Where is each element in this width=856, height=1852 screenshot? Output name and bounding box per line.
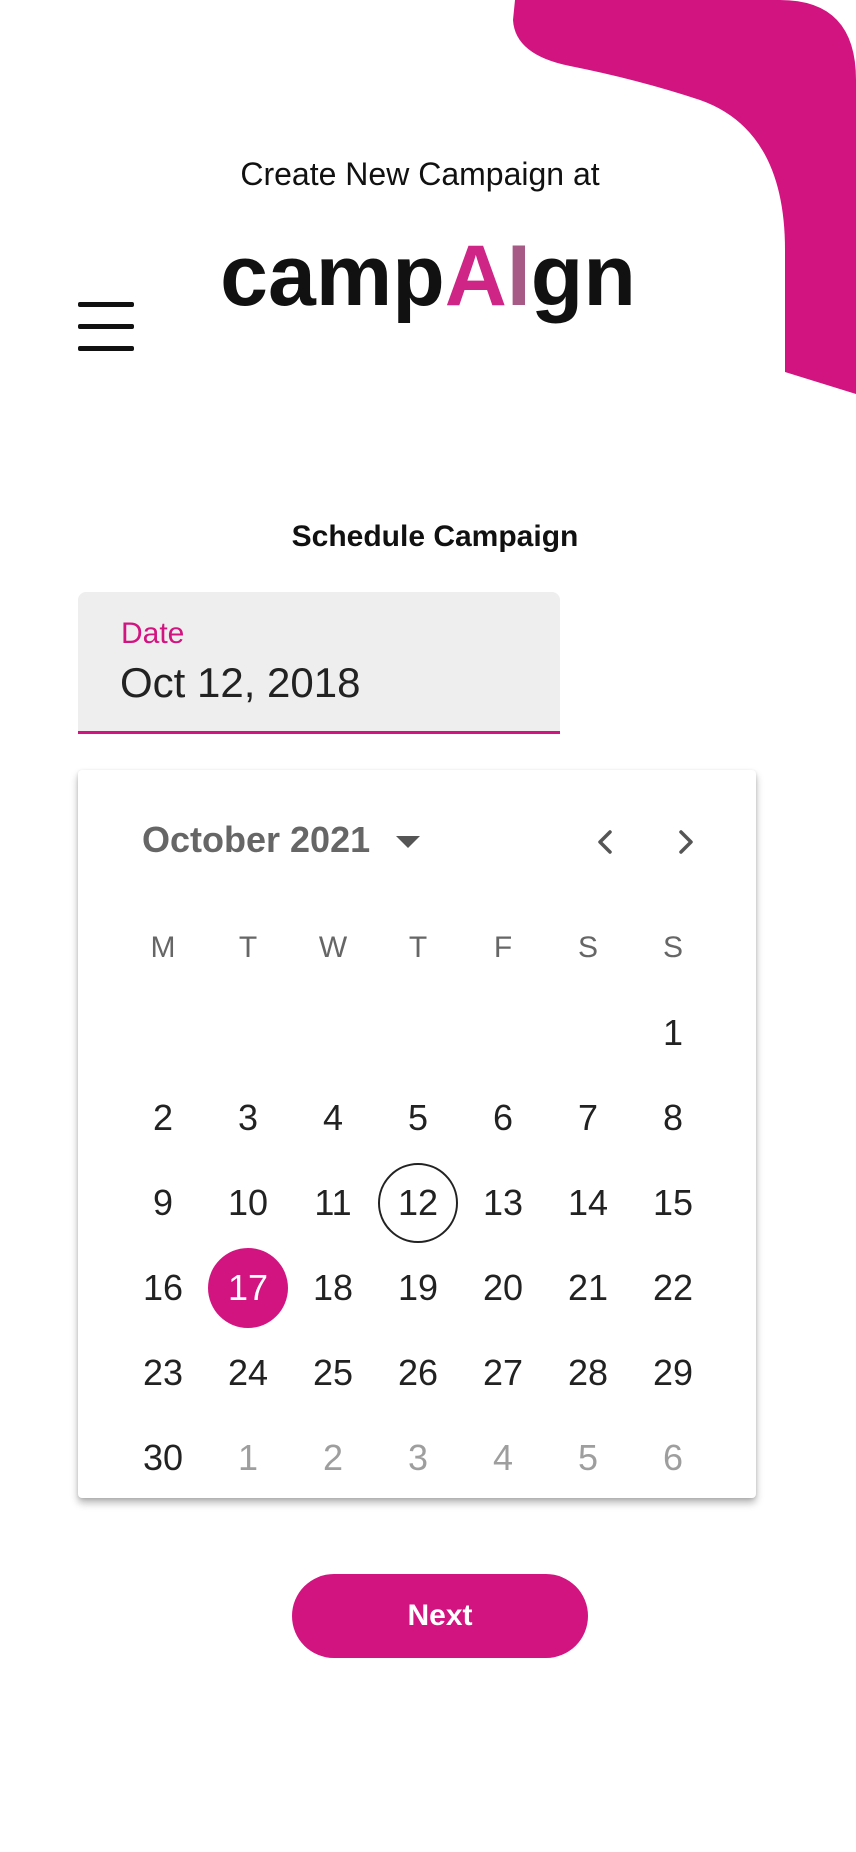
calendar-day[interactable]: 7 xyxy=(548,1078,628,1158)
calendar-day[interactable]: 3 xyxy=(208,1078,288,1158)
calendar-day-outside-month[interactable]: 1 xyxy=(208,1418,288,1498)
weekday-label: S xyxy=(662,931,683,964)
calendar-day[interactable]: 26 xyxy=(378,1333,458,1413)
menu-line xyxy=(78,346,134,351)
calendar-day-outside-month[interactable]: 6 xyxy=(633,1418,713,1498)
calendar-day[interactable]: 21 xyxy=(548,1248,628,1328)
calendar-day[interactable]: 23 xyxy=(123,1333,203,1413)
calendar-day[interactable]: 18 xyxy=(293,1248,373,1328)
calendar-day[interactable]: 24 xyxy=(208,1333,288,1413)
weekday-label: S xyxy=(577,931,598,964)
logo-highlight-i: I xyxy=(506,228,531,324)
calendar-day[interactable]: 25 xyxy=(293,1333,373,1413)
calendar-day-outside-month[interactable]: 5 xyxy=(548,1418,628,1498)
calendar-day[interactable]: 10 xyxy=(208,1163,288,1243)
calendar-day[interactable]: 30 xyxy=(123,1418,203,1498)
calendar-day-outside-month[interactable]: 4 xyxy=(463,1418,543,1498)
calendar-day[interactable]: 22 xyxy=(633,1248,713,1328)
chevron-right-icon[interactable] xyxy=(665,822,705,862)
section-title: Schedule Campaign xyxy=(291,520,579,553)
header-subtitle: Create New Campaign at xyxy=(240,156,600,192)
calendar-day[interactable]: 27 xyxy=(463,1333,543,1413)
calendar-day[interactable]: 11 xyxy=(293,1163,373,1243)
calendar-day[interactable]: 9 xyxy=(123,1163,203,1243)
date-picker-calendar: October 2021 MTWTFSS 1 2 3 4 5 6 7 8 9 10 11 12 13 14… xyxy=(78,770,756,1498)
caret-down-icon[interactable] xyxy=(392,826,424,858)
calendar-day[interactable]: 19 xyxy=(378,1248,458,1328)
date-field-label: Date xyxy=(121,617,185,650)
calendar-day[interactable]: 4 xyxy=(293,1078,373,1158)
weekday-label: F xyxy=(493,931,513,964)
calendar-day[interactable]: 14 xyxy=(548,1163,628,1243)
calendar-day[interactable]: 28 xyxy=(548,1333,628,1413)
calendar-day[interactable]: 2 xyxy=(123,1078,203,1158)
calendar-day[interactable]: 8 xyxy=(633,1078,713,1158)
month-year-label[interactable]: October 2021 xyxy=(142,818,370,862)
logo-highlight-a: A xyxy=(444,228,507,324)
calendar-day[interactable]: 6 xyxy=(463,1078,543,1158)
menu-line xyxy=(78,324,134,329)
date-field[interactable]: Date Oct 12, 2018 xyxy=(78,592,560,734)
weekday-label: T xyxy=(238,931,258,964)
calendar-day-outside-month[interactable]: 2 xyxy=(293,1418,373,1498)
chevron-left-icon[interactable] xyxy=(586,822,626,862)
decorative-corner-blob xyxy=(513,0,856,394)
logo-prefix: camp xyxy=(220,228,445,324)
calendar-day-selected[interactable]: 17 xyxy=(208,1248,288,1328)
next-button[interactable]: Next xyxy=(292,1574,588,1658)
calendar-day[interactable]: 15 xyxy=(633,1163,713,1243)
calendar-day[interactable]: 1 xyxy=(633,993,713,1073)
date-field-value[interactable]: Oct 12, 2018 xyxy=(120,658,361,708)
calendar-day[interactable]: 13 xyxy=(463,1163,543,1243)
calendar-day[interactable]: 29 xyxy=(633,1333,713,1413)
calendar-day[interactable]: 20 xyxy=(463,1248,543,1328)
logo-suffix: gn xyxy=(530,228,636,324)
calendar-day[interactable]: 5 xyxy=(378,1078,458,1158)
weekday-label: T xyxy=(408,931,428,964)
menu-line xyxy=(78,302,134,307)
calendar-day[interactable]: 16 xyxy=(123,1248,203,1328)
hamburger-menu-icon[interactable] xyxy=(76,302,136,352)
weekday-label: W xyxy=(318,931,348,964)
weekday-label: M xyxy=(150,931,176,964)
calendar-day-outside-month[interactable]: 3 xyxy=(378,1418,458,1498)
calendar-day-today[interactable]: 12 xyxy=(378,1163,458,1243)
